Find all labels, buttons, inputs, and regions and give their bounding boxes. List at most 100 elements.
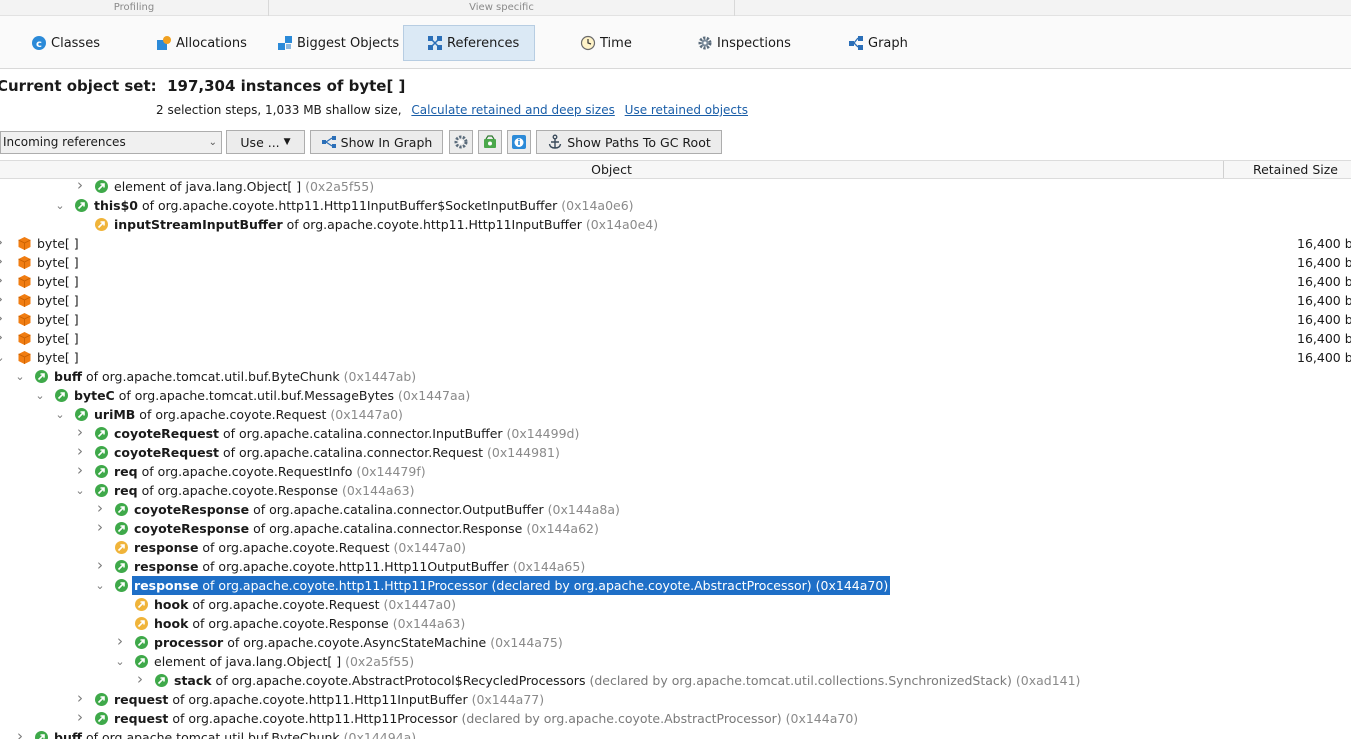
use-retained-objects-link[interactable]: Use retained objects [625, 103, 748, 117]
calculate-retained-link[interactable]: Calculate retained and deep sizes [411, 103, 614, 117]
chevron-right-icon[interactable]: › [0, 272, 6, 291]
chevron-right-icon[interactable]: › [74, 690, 86, 709]
chevron-right-icon[interactable]: › [74, 424, 86, 443]
field-name: buff [54, 730, 82, 739]
chevron-right-icon[interactable]: › [0, 253, 6, 272]
tree-row[interactable]: › req of org.apache.coyote.RequestInfo (0… [0, 462, 1351, 481]
referrer-class: of org.apache.tomcat.util.buf.ByteChunk [81, 369, 340, 384]
tree-row[interactable]: ⌄ response of org.apache.coyote.http11.Ht… [0, 576, 1351, 595]
column-header-retained-size[interactable]: Retained Size [1224, 161, 1351, 178]
tree-row[interactable]: inputStreamInputBuffer of org.apache.coy… [0, 215, 1351, 234]
tree-row-label: response of org.apache.coyote.Request (0… [134, 538, 466, 557]
tree-row[interactable]: › byte[ ] 16,400 by [0, 234, 1351, 253]
chevron-right-icon[interactable]: › [14, 728, 26, 739]
chevron-down-icon[interactable]: ⌄ [34, 386, 46, 405]
tab-inspections[interactable]: Inspections [697, 25, 791, 61]
tree-row[interactable]: hook of org.apache.coyote.Response (0x14… [0, 614, 1351, 633]
chevron-right-icon[interactable]: › [74, 178, 86, 196]
chevron-down-icon[interactable]: ⌄ [54, 405, 66, 424]
tree-row[interactable]: ⌄ byte[ ] 16,400 by [0, 348, 1351, 367]
tab-graph[interactable]: Graph [848, 25, 908, 61]
reference-mode-select[interactable]: Incoming references ⌄ [0, 131, 222, 154]
object-address: (0x14494a) [343, 730, 417, 739]
tree-row[interactable]: › byte[ ] 16,400 by [0, 310, 1351, 329]
tree-row[interactable]: › stack of org.apache.coyote.AbstractProt… [0, 671, 1351, 690]
chevron-down-icon[interactable]: ⌄ [114, 652, 126, 671]
tree-row[interactable]: › processor of org.apache.coyote.AsyncSta… [0, 633, 1351, 652]
chevron-down-icon[interactable]: ⌄ [94, 576, 106, 595]
tree-row[interactable]: hook of org.apache.coyote.Request (0x144… [0, 595, 1351, 614]
tree-row-label: coyoteRequest of org.apache.catalina.con… [114, 424, 579, 443]
chevron-right-icon[interactable]: › [94, 519, 106, 538]
tree-row-label: this$0 of org.apache.coyote.http11.Http1… [94, 196, 634, 215]
settings-button[interactable] [449, 130, 473, 154]
gear-icon [454, 135, 468, 149]
chevron-right-icon[interactable]: › [134, 671, 146, 690]
chevron-right-icon[interactable]: › [74, 462, 86, 481]
info-button[interactable] [507, 130, 531, 154]
chevron-down-icon[interactable]: ⌄ [74, 481, 86, 500]
tree-row[interactable]: › element of java.lang.Object[ ] (0x2a5f5… [0, 178, 1351, 196]
chevron-right-icon[interactable]: › [94, 500, 106, 519]
field-name: uriMB [94, 407, 136, 422]
tab-references-label: References [447, 35, 520, 51]
tree-row[interactable]: ⌄ element of java.lang.Object[ ] (0x2a5f5… [0, 652, 1351, 671]
tree-row-label: stack of org.apache.coyote.AbstractProto… [174, 671, 1080, 690]
referrer-class: element of java.lang.Object[ ] [154, 654, 342, 669]
chevron-down-icon[interactable]: ⌄ [0, 348, 6, 367]
referrer-class: of org.apache.catalina.connector.OutputB… [249, 502, 544, 517]
tree-row[interactable]: response of org.apache.coyote.Request (0… [0, 538, 1351, 557]
tab-allocations[interactable]: Allocations [156, 25, 247, 61]
field-name: request [114, 711, 169, 726]
chevron-right-icon[interactable]: › [0, 329, 6, 348]
tree-row[interactable]: › response of org.apache.coyote.http11.Ht… [0, 557, 1351, 576]
tree-row[interactable]: ⌄ buff of org.apache.tomcat.util.buf.Byte… [0, 367, 1351, 386]
tree-row[interactable]: › coyoteRequest of org.apache.catalina.co… [0, 424, 1351, 443]
chevron-right-icon[interactable]: › [114, 633, 126, 652]
field-reference-icon [95, 693, 108, 706]
chevron-right-icon[interactable]: › [0, 310, 6, 329]
tab-time[interactable]: Time [580, 25, 632, 61]
object-address: (0x14499d) [506, 426, 580, 441]
chevron-right-icon[interactable]: › [74, 709, 86, 728]
tree-row[interactable]: › byte[ ] 16,400 by [0, 272, 1351, 291]
tree-row[interactable]: › byte[ ] 16,400 by [0, 329, 1351, 348]
tab-references[interactable]: References [403, 25, 535, 61]
chevron-right-icon[interactable]: › [74, 443, 86, 462]
use-dropdown-button[interactable]: Use ... ▼ [226, 130, 305, 154]
object-address: (0x144a70) [785, 711, 859, 726]
tree-row[interactable]: ⌄ byteC of org.apache.tomcat.util.buf.Mes… [0, 386, 1351, 405]
tree-row-label: byte[ ] [37, 291, 79, 310]
chevron-right-icon[interactable]: › [0, 291, 6, 310]
field-name: this$0 [94, 198, 138, 213]
object-address: (0x144a63) [392, 616, 466, 631]
tree-row[interactable]: › coyoteResponse of org.apache.catalina.c… [0, 519, 1351, 538]
field-reference-icon [115, 522, 128, 535]
field-reference-icon [115, 579, 128, 592]
column-header-object[interactable]: Object [0, 161, 1224, 178]
tab-biggest-objects[interactable]: Biggest Objects [277, 25, 399, 61]
tab-classes[interactable]: c Classes [31, 25, 100, 61]
tree-row[interactable]: › request of org.apache.coyote.http11.Htt… [0, 690, 1351, 709]
tree-row[interactable]: › buff of org.apache.tomcat.util.buf.Byte… [0, 728, 1351, 739]
object-cube-icon [18, 256, 31, 269]
filter-button[interactable] [478, 130, 502, 154]
tree-row[interactable]: › request of org.apache.coyote.http11.Htt… [0, 709, 1351, 728]
filter-icon [484, 135, 496, 148]
tree-row[interactable]: › coyoteRequest of org.apache.catalina.co… [0, 443, 1351, 462]
chevron-down-icon[interactable]: ⌄ [54, 196, 66, 215]
tree-row[interactable]: ⌄ req of org.apache.coyote.Response (0x14… [0, 481, 1351, 500]
tree-row-label: buff of org.apache.tomcat.util.buf.ByteC… [54, 367, 416, 386]
tree-row[interactable]: › byte[ ] 16,400 by [0, 291, 1351, 310]
chevron-down-icon[interactable]: ⌄ [14, 367, 26, 386]
show-in-graph-button[interactable]: Show In Graph [310, 130, 443, 154]
tree-row[interactable]: ⌄ this$0 of org.apache.coyote.http11.Http… [0, 196, 1351, 215]
object-set-summary: 2 selection steps, 1,033 MB shallow size… [156, 103, 748, 117]
tree-row[interactable]: ⌄ uriMB of org.apache.coyote.Request (0x1… [0, 405, 1351, 424]
show-paths-gc-root-button[interactable]: Show Paths To GC Root [536, 130, 722, 154]
chevron-right-icon[interactable]: › [94, 557, 106, 576]
tree-row-label: byte[ ] [37, 348, 79, 367]
chevron-right-icon[interactable]: › [0, 234, 6, 253]
tree-row[interactable]: › coyoteResponse of org.apache.catalina.c… [0, 500, 1351, 519]
tree-row[interactable]: › byte[ ] 16,400 by [0, 253, 1351, 272]
